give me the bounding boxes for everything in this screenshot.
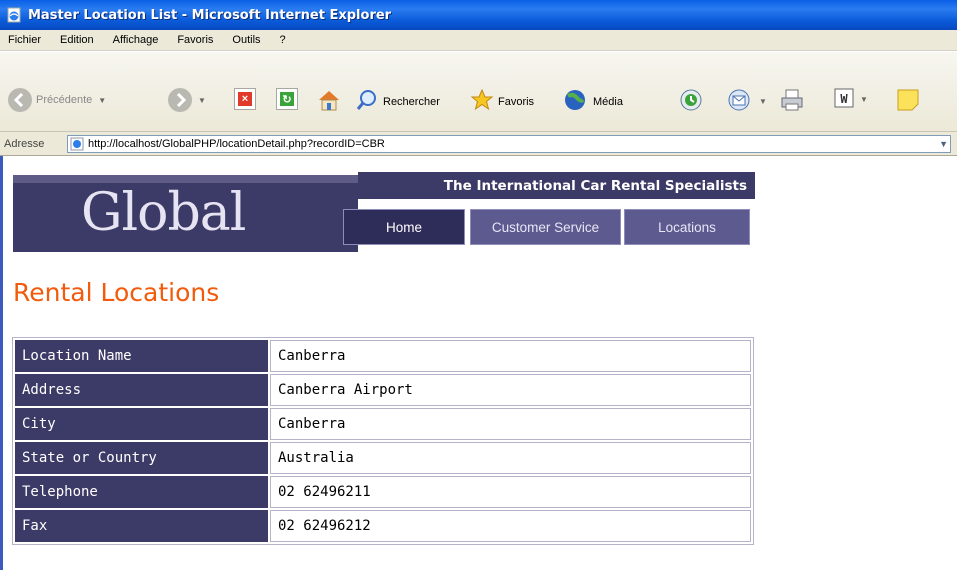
search-button[interactable]: Rechercher [355, 88, 440, 115]
media-label: Média [593, 95, 623, 108]
media-globe-icon [563, 88, 589, 115]
home-icon [316, 88, 342, 115]
forward-button[interactable]: ▼ [168, 88, 206, 112]
print-button[interactable] [779, 88, 805, 115]
site-logo[interactable]: Global [13, 175, 358, 252]
nav-customer-service-label: Customer Service [491, 219, 600, 235]
address-dropdown-icon[interactable]: ▼ [939, 139, 948, 149]
address-bar: Adresse http://localhost/GlobalPHP/locat… [0, 132, 957, 156]
menu-favoris[interactable]: Favoris [177, 34, 213, 46]
logo-text: Global [81, 183, 246, 243]
row-label-location-name: Location Name [15, 340, 268, 372]
nav-locations-label: Locations [658, 219, 716, 235]
back-label: Précédente [36, 94, 93, 106]
search-label: Rechercher [383, 95, 440, 108]
word-icon: W [834, 88, 854, 111]
address-label: Adresse [4, 137, 45, 150]
media-button[interactable]: Média [563, 88, 623, 115]
row-value-state-country: Australia [270, 442, 751, 474]
ie-page-icon [6, 7, 22, 23]
menu-fichier[interactable]: Fichier [8, 34, 41, 46]
history-button[interactable] [679, 88, 703, 115]
forward-dropdown-icon[interactable]: ▼ [198, 96, 206, 105]
row-value-fax: 02 62496212 [270, 510, 751, 542]
favorites-star-icon [470, 88, 494, 115]
window-title: Master Location List - Microsoft Interne… [28, 7, 392, 23]
history-icon [679, 88, 703, 115]
row-value-telephone: 02 62496211 [270, 476, 751, 508]
nav-home[interactable]: Home [343, 209, 465, 245]
menu-outils[interactable]: Outils [232, 34, 260, 46]
location-detail-table: Location Name Canberra Address Canberra … [12, 337, 754, 545]
row-value-address: Canberra Airport [270, 374, 751, 406]
table-row: Address Canberra Airport [15, 374, 751, 406]
search-icon [355, 88, 379, 115]
address-page-icon [70, 137, 85, 151]
row-label-telephone: Telephone [15, 476, 268, 508]
window-title-bar[interactable]: Master Location List - Microsoft Interne… [0, 0, 957, 30]
mail-button[interactable]: ▼ [727, 88, 767, 115]
table-row: Fax 02 62496212 [15, 510, 751, 542]
menu-help[interactable]: ? [280, 34, 286, 46]
stop-button[interactable]: × [234, 88, 256, 110]
table-row: State or Country Australia [15, 442, 751, 474]
menu-bar: Fichier Edition Affichage Favoris Outils… [0, 30, 957, 51]
row-label-fax: Fax [15, 510, 268, 542]
tagline-text: The International Car Rental Specialists [443, 177, 747, 194]
nav-home-label: Home [385, 219, 422, 235]
nav-customer-service[interactable]: Customer Service [470, 209, 621, 245]
menu-affichage[interactable]: Affichage [113, 34, 159, 46]
address-url: http://localhost/GlobalPHP/locationDetai… [88, 138, 385, 150]
row-label-city: City [15, 408, 268, 440]
table-row: Location Name Canberra [15, 340, 751, 372]
favorites-label: Favoris [498, 95, 535, 108]
refresh-button[interactable]: ↻ [276, 88, 298, 110]
address-input[interactable]: http://localhost/GlobalPHP/locationDetai… [67, 135, 951, 153]
notes-icon [896, 88, 922, 115]
row-label-state-country: State or Country [15, 442, 268, 474]
stop-icon: × [234, 88, 256, 110]
word-button[interactable]: W ▼ [834, 88, 868, 111]
menu-edition[interactable]: Edition [60, 34, 94, 46]
nav-locations[interactable]: Locations [624, 209, 750, 245]
table-row: Telephone 02 62496211 [15, 476, 751, 508]
notes-button[interactable] [896, 88, 922, 115]
mail-dropdown-icon[interactable]: ▼ [759, 97, 767, 106]
refresh-icon: ↻ [276, 88, 298, 110]
print-icon [779, 88, 805, 115]
back-arrow-icon [8, 88, 32, 112]
row-value-city: Canberra [270, 408, 751, 440]
row-value-location-name: Canberra [270, 340, 751, 372]
home-button[interactable] [316, 88, 342, 115]
row-label-address: Address [15, 374, 268, 406]
forward-arrow-icon [168, 88, 192, 112]
page-title: Rental Locations [13, 278, 220, 307]
svg-text:W: W [840, 92, 848, 106]
mail-icon [727, 88, 753, 115]
favorites-button[interactable]: Favoris [470, 88, 534, 115]
table-row: City Canberra [15, 408, 751, 440]
site-tagline: The International Car Rental Specialists [358, 172, 755, 199]
back-button[interactable]: Précédente ▼ [8, 88, 106, 112]
back-dropdown-icon[interactable]: ▼ [98, 96, 106, 105]
word-dropdown-icon[interactable]: ▼ [860, 95, 868, 104]
